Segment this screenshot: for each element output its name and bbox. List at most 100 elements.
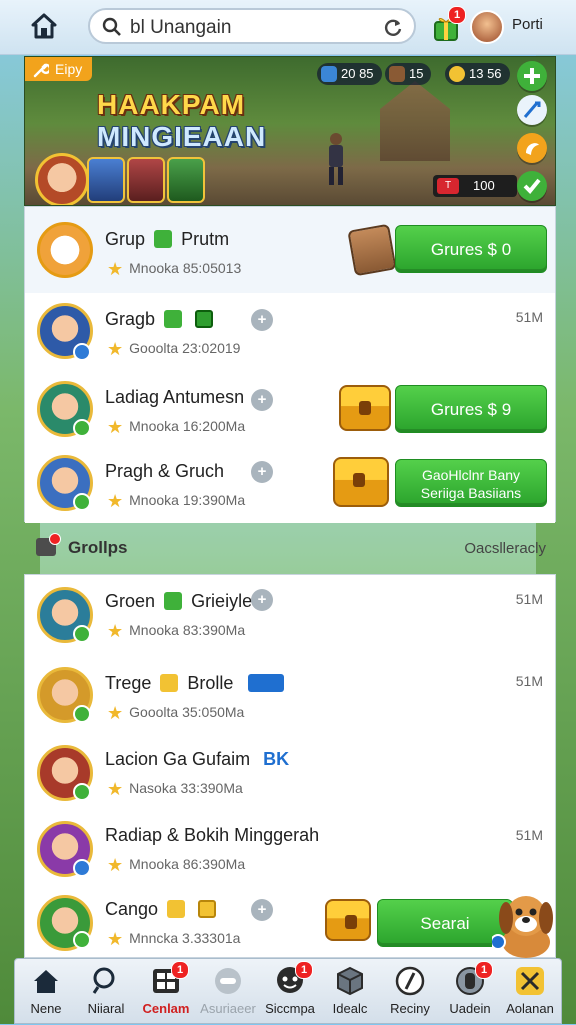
nav-ideas[interactable]: Idealc — [319, 959, 381, 1025]
item-subtitle-text: Mnooka 16:200Ma — [129, 418, 246, 434]
item-name-suffix: Brolle — [187, 673, 234, 693]
item-subtitle: ★ Mnooka 83:390Ma — [107, 621, 245, 642]
profile-avatar[interactable] — [470, 10, 504, 44]
nav-social[interactable]: 1 Siccmpa — [259, 959, 321, 1025]
list-item[interactable]: Lacion Ga Gufaim BK ★ Nasoka 33:390Ma — [25, 737, 555, 814]
hero-portrait-3[interactable] — [127, 157, 165, 203]
nav-label: Reciny — [390, 1001, 430, 1016]
item-size: 51M — [515, 309, 543, 325]
home-icon — [30, 965, 62, 997]
list-item[interactable]: Groen Grieiyle + 51M ★ Mnooka 83:390Ma — [25, 575, 555, 658]
home-icon[interactable] — [28, 10, 60, 42]
item-name: Trege Brolle — [105, 673, 288, 694]
nav-label: Siccmpa — [265, 1001, 315, 1016]
list-item[interactable]: Trege Brolle 51M ★ Gooolta 35:050Ma — [25, 657, 555, 738]
expand-icon[interactable] — [517, 61, 547, 91]
search-bar[interactable]: bl Unangain — [88, 8, 416, 44]
item-name: Radiap & Bokih Minggerah — [105, 825, 319, 846]
reward-flag: T — [437, 178, 459, 194]
add-icon[interactable]: + — [251, 461, 273, 483]
item-subtitle-text: Nasoka 33:390Ma — [129, 780, 243, 796]
purchase-button[interactable]: Grures $ 0 — [395, 225, 547, 273]
nav-badge: 1 — [475, 961, 493, 979]
check-icon[interactable] — [517, 171, 547, 201]
item-name-text: Gragb — [105, 309, 156, 329]
star-icon: ★ — [107, 417, 124, 437]
add-icon[interactable]: + — [251, 389, 273, 411]
hud-resource-b-value: 15 — [409, 66, 424, 81]
bottom-navigation: Nene Niiaral 1 Cenlam Asuriaeer 1 Siccmp… — [14, 958, 562, 1024]
nav-label: Aolanan — [506, 1001, 554, 1016]
add-icon[interactable]: + — [251, 589, 273, 611]
sword-icon[interactable] — [517, 95, 547, 125]
item-size: 51M — [515, 673, 543, 689]
list-item[interactable]: Grup Prutm ★ Mnooka 85:05013 Grures $ 0 — [25, 207, 555, 294]
book-icon — [37, 222, 93, 278]
event-banner[interactable]: Eipy HAAKPAM MINGIEAAN 20 85 15 13 56 T … — [24, 56, 556, 206]
nav-recent[interactable]: Reciny — [379, 959, 441, 1025]
list-item[interactable]: Ladiag Antumesn + ★ Mnooka 16:200Ma Grure… — [25, 371, 555, 448]
controller-icon — [212, 965, 244, 997]
nav-central[interactable]: 1 Cenlam — [135, 959, 197, 1025]
nav-label: Nene — [30, 1001, 62, 1016]
box-icon — [198, 900, 217, 918]
item-subtitle: ★ Nasoka 33:390Ma — [107, 779, 243, 800]
scroll-icon — [347, 223, 397, 277]
item-subtitle: ★ Gooolta 35:050Ma — [107, 703, 244, 724]
nav-label: Cenlam — [142, 1001, 190, 1016]
nav-assistance[interactable]: Asuriaeer — [197, 959, 259, 1025]
star-icon: ★ — [107, 339, 124, 359]
star-icon: ★ — [107, 929, 124, 949]
item-subtitle-text: Mnooka 85:05013 — [129, 260, 242, 276]
item-name: Grup Prutm — [105, 229, 229, 250]
gift-badge: 1 — [448, 6, 466, 24]
hero-portrait-main[interactable] — [35, 153, 89, 205]
status-icon — [73, 859, 91, 877]
banner-title-line1: HAAKPAM — [97, 89, 246, 120]
refresh-icon[interactable] — [382, 16, 404, 43]
item-subtitle: ★ Mnooka 86:390Ma — [107, 855, 245, 876]
item-subtitle-text: Mnncka 3.33301a — [129, 930, 241, 946]
nav-home[interactable]: Nene — [15, 959, 77, 1025]
nav-search[interactable]: Niiaral — [75, 959, 137, 1025]
featured-list: Grup Prutm ★ Mnooka 85:05013 Grures $ 0 G… — [24, 206, 556, 523]
event-tag-label: Eipy — [55, 61, 83, 77]
star-icon: ★ — [107, 259, 124, 279]
hud-resource-a: 20 85 — [317, 63, 382, 85]
hud-resource-b: 15 — [385, 63, 432, 85]
list-item[interactable]: Gragb + 51M ★ Gooolta 23:02019 — [25, 293, 555, 372]
hero-portrait-4[interactable] — [167, 157, 205, 203]
profile-name[interactable]: Porti — [512, 16, 543, 33]
chest-icon — [333, 457, 389, 507]
dog-mascot[interactable] — [490, 886, 558, 958]
list-item[interactable]: Radiap & Bokih Minggerah 51M ★ Mnooka 86:… — [25, 813, 555, 888]
nav-leaders[interactable]: 1 Uadein — [439, 959, 501, 1025]
horn-icon[interactable] — [517, 133, 547, 163]
folder-icon — [36, 533, 61, 556]
star-icon: ★ — [107, 779, 124, 799]
chest-icon — [325, 899, 371, 941]
reward-counter[interactable]: T 100 — [433, 175, 517, 197]
hero-portrait-2[interactable] — [87, 157, 125, 203]
offer-button[interactable]: GaoHlclnr Bany Seriiga Basiians — [395, 459, 547, 507]
gift-icon[interactable]: 1 — [432, 6, 466, 42]
offer-button-line2: Seriiga Basiians — [420, 485, 522, 501]
add-icon[interactable]: + — [251, 899, 273, 921]
section-action[interactable]: Oacslleracly — [464, 540, 546, 557]
warrior-character — [323, 131, 349, 187]
item-name: Cango — [105, 899, 220, 920]
hud-resource-a-value: 20 85 — [341, 66, 374, 81]
add-icon[interactable]: + — [251, 309, 273, 331]
search-input[interactable]: bl Unangain — [130, 17, 231, 39]
gem-icon — [321, 66, 337, 82]
puzzle-icon — [164, 310, 183, 328]
purchase-button[interactable]: Grures $ 9 — [395, 385, 547, 433]
list-item[interactable]: Pragh & Gruch + ★ Mnooka 19:390Ma GaoHlcl… — [25, 447, 555, 523]
coin-icon — [449, 66, 465, 82]
section-title: Grollps — [68, 538, 128, 557]
star-icon: ★ — [107, 703, 124, 723]
nav-options[interactable]: Aolanan — [499, 959, 561, 1025]
status-icon — [73, 419, 91, 437]
list-item[interactable]: Cango + ★ Mnncka 3.33301a Searai — [25, 887, 555, 957]
item-name-text: Pragh & Gruch — [105, 461, 225, 481]
